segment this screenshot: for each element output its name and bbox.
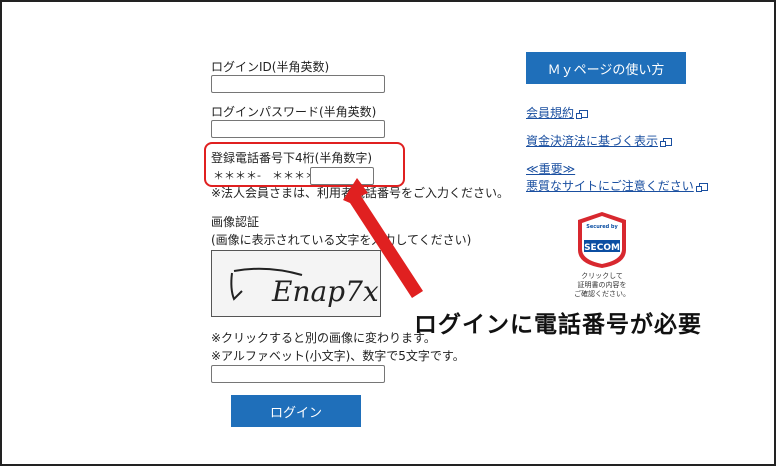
annotation-callout: ログインに電話番号が必要 <box>414 312 702 338</box>
annotation-arrow <box>343 178 423 298</box>
